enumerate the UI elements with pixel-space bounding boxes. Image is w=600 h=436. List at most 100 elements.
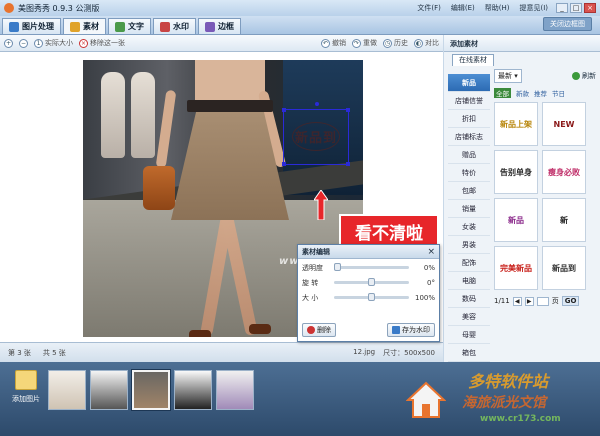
delete-button[interactable]: 删除 bbox=[302, 323, 336, 337]
menu-feedback[interactable]: 提意见(I) bbox=[519, 3, 548, 13]
rotate-slider[interactable] bbox=[334, 278, 409, 286]
menu-file[interactable]: 文件(F) bbox=[417, 3, 441, 13]
rotate-handle[interactable] bbox=[315, 102, 319, 106]
zoom-in-button[interactable]: + bbox=[4, 38, 13, 48]
close-window-button[interactable]: × bbox=[584, 3, 596, 13]
rotate-value: 0° bbox=[427, 278, 435, 287]
tab-online-material[interactable]: 在线素材 bbox=[452, 54, 494, 66]
page-input[interactable] bbox=[536, 296, 549, 306]
filter-new[interactable]: 新款 bbox=[516, 88, 529, 98]
remove-image-button[interactable]: × 移除这一张 bbox=[79, 38, 125, 48]
category-item[interactable]: 新品 bbox=[448, 74, 490, 92]
thumbnail[interactable] bbox=[48, 370, 86, 410]
handbag bbox=[143, 166, 175, 210]
material-panel: 添加素材 在线素材 新品 店铺信誉 折扣 店铺标志 赠品 特价 包邮 销量 女装 男装 配饰 电脑 数码… bbox=[444, 35, 600, 380]
filter-all[interactable]: 全部 bbox=[494, 87, 511, 98]
category-item[interactable]: 电脑 bbox=[448, 272, 490, 290]
category-item[interactable]: 包邮 bbox=[448, 182, 490, 200]
brand-watermark-url: www.cr173.com bbox=[480, 414, 561, 424]
tab-label: 文字 bbox=[128, 22, 144, 31]
size-slider[interactable] bbox=[334, 293, 409, 301]
watermark-selection[interactable]: 新品到 bbox=[282, 102, 350, 166]
thumbnail[interactable] bbox=[174, 370, 212, 410]
tab-border[interactable]: 边框 bbox=[198, 18, 241, 34]
category-item[interactable]: 赠品 bbox=[448, 146, 490, 164]
close-border-button[interactable]: 关闭边框图 bbox=[543, 17, 592, 31]
slider-knob[interactable] bbox=[367, 278, 375, 286]
add-image-button[interactable]: 添加图片 bbox=[6, 370, 46, 422]
size-label: 大 小 bbox=[302, 293, 319, 302]
sticker-item[interactable]: 新品到 bbox=[542, 246, 586, 290]
sticker-item[interactable]: 瘦身必败 bbox=[542, 150, 586, 194]
filter-holiday[interactable]: 节日 bbox=[552, 88, 565, 98]
zoom-out-button[interactable]: − bbox=[19, 38, 28, 48]
sort-dropdown[interactable]: 最新 ▾ bbox=[494, 69, 522, 83]
prev-page-button[interactable]: ◀ bbox=[512, 296, 522, 306]
image-processing-icon bbox=[9, 21, 19, 32]
window-controls: _ □ × bbox=[556, 3, 596, 13]
menu-help[interactable]: 帮助(H) bbox=[485, 3, 510, 13]
slider-knob[interactable] bbox=[367, 293, 375, 301]
tab-material[interactable]: 素材 bbox=[63, 18, 106, 34]
thumbnail[interactable] bbox=[216, 370, 254, 410]
sticker-item[interactable]: NEW bbox=[542, 102, 586, 146]
resize-handle[interactable] bbox=[282, 108, 286, 112]
redo-icon: ↷ bbox=[352, 38, 361, 48]
category-item[interactable]: 数码 bbox=[448, 290, 490, 308]
slider-knob[interactable] bbox=[334, 263, 341, 271]
resize-handle[interactable] bbox=[346, 162, 350, 166]
callout-label: 看不清啦 bbox=[339, 214, 439, 248]
category-item[interactable]: 母婴 bbox=[448, 326, 490, 344]
category-item[interactable]: 男装 bbox=[448, 236, 490, 254]
opacity-label: 透明度 bbox=[302, 263, 323, 272]
filter-recommended[interactable]: 推荐 bbox=[534, 88, 547, 98]
dialog-close-button[interactable]: × bbox=[427, 247, 435, 257]
sticker-item[interactable]: 告别单身 bbox=[494, 150, 538, 194]
model-belt bbox=[187, 100, 273, 112]
pager: 1/11 ◀ ▶ 页 GO bbox=[494, 296, 596, 306]
save-label: 存为水印 bbox=[402, 326, 430, 334]
category-item[interactable]: 折扣 bbox=[448, 110, 490, 128]
maximize-button[interactable]: □ bbox=[570, 3, 582, 13]
home-icon bbox=[406, 381, 446, 418]
undo-button[interactable]: ↶ 撤销 bbox=[321, 38, 346, 48]
tab-text[interactable]: 文字 bbox=[108, 18, 151, 34]
category-item[interactable]: 店铺信誉 bbox=[448, 92, 490, 110]
resize-handle[interactable] bbox=[282, 162, 286, 166]
tab-watermark[interactable]: 水印 bbox=[153, 18, 196, 34]
history-button[interactable]: ◷ 历史 bbox=[383, 38, 408, 48]
go-button[interactable]: GO bbox=[561, 296, 580, 306]
next-page-button[interactable]: ▶ bbox=[524, 296, 534, 306]
tab-image-processing[interactable]: 图片处理 bbox=[2, 18, 61, 34]
redo-button[interactable]: ↷ 重做 bbox=[352, 38, 377, 48]
status-right: 12.jpg 尺寸：500x500 bbox=[353, 348, 435, 358]
compare-button[interactable]: ◐ 对比 bbox=[414, 38, 439, 48]
opacity-slider[interactable] bbox=[334, 263, 409, 271]
category-item[interactable]: 店铺标志 bbox=[448, 128, 490, 146]
minimize-button[interactable]: _ bbox=[556, 3, 568, 13]
sticker-item[interactable]: 新 bbox=[542, 198, 586, 242]
refresh-label: 刷新 bbox=[582, 72, 596, 80]
category-item[interactable]: 美容 bbox=[448, 308, 490, 326]
refresh-button[interactable]: 刷新 bbox=[572, 71, 596, 81]
thumbnail[interactable] bbox=[90, 370, 128, 410]
save-icon bbox=[392, 326, 400, 334]
sticker-item[interactable]: 完美新品 bbox=[494, 246, 538, 290]
sticker-item[interactable]: 新品上架 bbox=[494, 102, 538, 146]
image-size: 尺寸：500x500 bbox=[383, 348, 435, 357]
category-item[interactable]: 箱包 bbox=[448, 344, 490, 362]
thumbnail-selected[interactable] bbox=[131, 369, 171, 411]
category-item[interactable]: 特价 bbox=[448, 164, 490, 182]
save-as-watermark-button[interactable]: 存为水印 bbox=[387, 323, 435, 337]
actual-size-button[interactable]: 1 实际大小 bbox=[34, 38, 73, 48]
category-item[interactable]: 女装 bbox=[448, 218, 490, 236]
menu-edit[interactable]: 编辑(E) bbox=[451, 3, 475, 13]
sticker-item[interactable]: 新品 bbox=[494, 198, 538, 242]
undo-icon: ↶ bbox=[321, 38, 330, 48]
resize-handle[interactable] bbox=[346, 108, 350, 112]
sticker-text: 新品到 bbox=[552, 263, 576, 273]
category-item[interactable]: 销量 bbox=[448, 200, 490, 218]
category-item[interactable]: 配饰 bbox=[448, 254, 490, 272]
dialog-header: 素材编辑 × bbox=[298, 245, 439, 259]
main-tab-bar: 图片处理 素材 文字 水印 边框 关闭边框图 bbox=[0, 16, 600, 35]
